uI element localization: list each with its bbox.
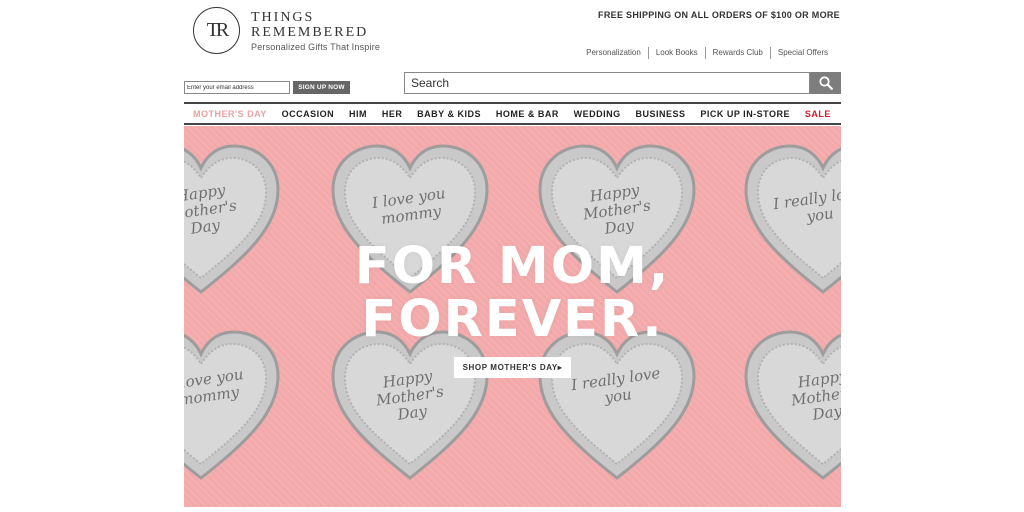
nav-baby-kids[interactable]: BABY & KIDS xyxy=(417,109,481,119)
nav-him[interactable]: HIM xyxy=(349,109,367,119)
nav-business[interactable]: BUSINESS xyxy=(636,109,686,119)
nav-home-bar[interactable]: HOME & BAR xyxy=(496,109,559,119)
nav-mothers-day[interactable]: MOTHER'S DAY xyxy=(193,109,267,119)
logo-name-line2: REMEMBERED xyxy=(251,24,369,40)
logo-wordmark: THINGS REMEMBERED Personalized Gifts Tha… xyxy=(251,10,380,52)
sign-up-button[interactable]: SIGN UP NOW xyxy=(293,81,350,94)
logo-tagline: Personalized Gifts That Inspire xyxy=(251,41,381,52)
main-nav: MOTHER'S DAY OCCASION HIM HER BABY & KID… xyxy=(184,102,841,125)
hero-banner[interactable]: Happy Mother's Day I love you mommy Happ… xyxy=(184,126,841,507)
hero-headline: FOR MOM, FOREVER. xyxy=(184,240,841,346)
utility-links: Personalization Look Books Rewards Club … xyxy=(579,47,835,59)
shop-mothers-day-button[interactable]: SHOP MOTHER'S DAY▸ xyxy=(454,357,571,378)
search-button[interactable] xyxy=(810,72,841,94)
nav-sale[interactable]: SALE xyxy=(805,109,831,119)
search-input[interactable]: Search xyxy=(404,72,810,94)
nav-her[interactable]: HER xyxy=(382,109,403,119)
site-logo[interactable]: TR THINGS REMEMBERED Personalized Gifts … xyxy=(193,7,380,54)
heart-tray-image: Happy Mother's Day xyxy=(327,326,493,486)
hero-headline-line2: FOREVER. xyxy=(361,290,664,349)
nav-pick-up-in-store[interactable]: PICK UP IN-STORE xyxy=(700,109,790,119)
util-link-special-offers[interactable]: Special Offers xyxy=(769,47,835,59)
heart-tray-image: I really love you xyxy=(534,326,700,486)
util-link-look-books[interactable]: Look Books xyxy=(647,47,705,59)
heart-tray-image: I love you mommy xyxy=(184,326,284,486)
heart-tray-image: Happy Mother's Day xyxy=(740,326,841,486)
free-shipping-banner: FREE SHIPPING ON ALL ORDERS OF $100 OR M… xyxy=(598,10,840,20)
logo-name-line1: THINGS xyxy=(251,9,315,25)
search-icon xyxy=(818,76,833,90)
hero-headline-line1: FOR MOM, xyxy=(354,237,671,296)
util-link-rewards-club[interactable]: Rewards Club xyxy=(704,47,770,59)
nav-occasion[interactable]: OCCASION xyxy=(282,109,335,119)
email-signup-input[interactable] xyxy=(184,81,290,94)
util-link-personalization[interactable]: Personalization xyxy=(579,47,648,59)
logo-monogram: TR xyxy=(193,7,240,54)
nav-wedding[interactable]: WEDDING xyxy=(574,109,621,119)
